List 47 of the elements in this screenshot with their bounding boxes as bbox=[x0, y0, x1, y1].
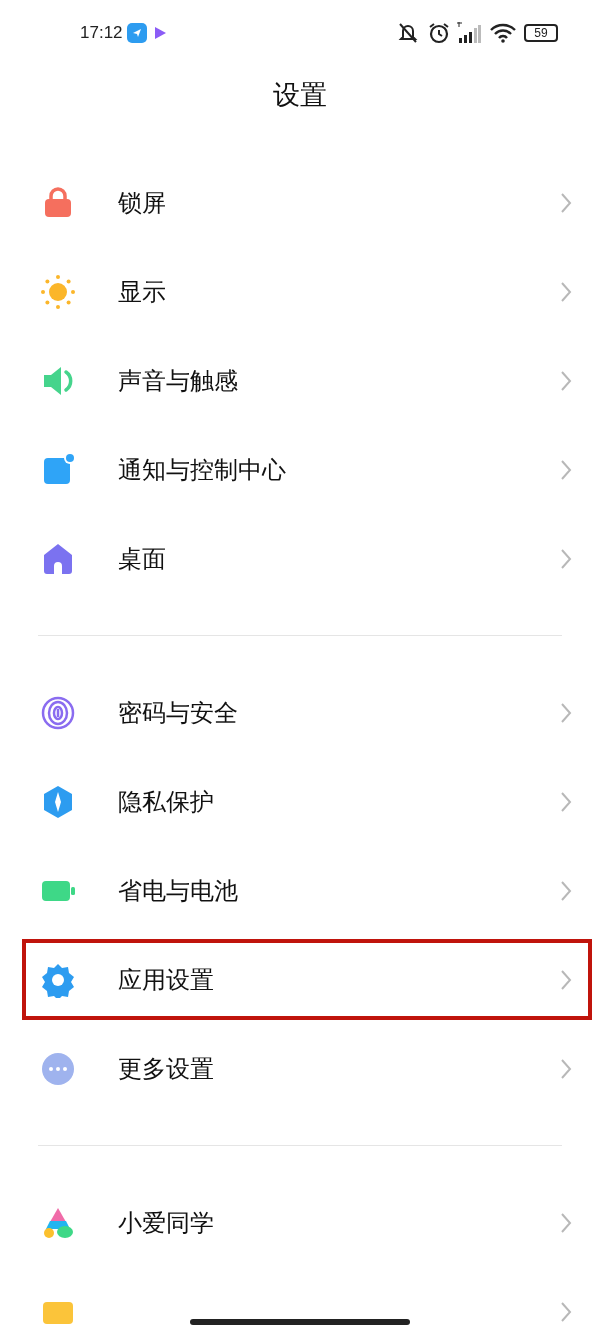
page-title: 设置 bbox=[273, 78, 327, 112]
alarm-icon bbox=[428, 21, 450, 44]
item-label: 密码与安全 bbox=[118, 697, 238, 728]
sun-icon bbox=[40, 273, 76, 310]
chevron-icon bbox=[560, 701, 572, 724]
item-label: 省电与电池 bbox=[118, 875, 238, 906]
status-time: 17:12 bbox=[80, 21, 123, 44]
settings-icon bbox=[40, 961, 76, 998]
item-label: 锁屏 bbox=[118, 187, 166, 218]
item-label: 桌面 bbox=[118, 543, 166, 574]
item-label: 隐私保护 bbox=[118, 786, 214, 817]
settings-item[interactable]: 更多设置 bbox=[0, 1024, 600, 1113]
chevron-icon bbox=[560, 458, 572, 481]
settings-item[interactable]: 省电与电池 bbox=[0, 846, 600, 935]
battery-indicator: 59 bbox=[524, 23, 558, 42]
play-icon bbox=[152, 25, 167, 40]
chevron-icon bbox=[560, 369, 572, 392]
chevron-icon bbox=[560, 1211, 572, 1234]
settings-item[interactable]: 桌面 bbox=[0, 514, 600, 603]
chevron-icon bbox=[560, 790, 572, 813]
signal-icon bbox=[456, 21, 482, 44]
item-label: 应用设置 bbox=[118, 964, 214, 995]
settings-item[interactable]: 应用设置 bbox=[0, 935, 600, 1024]
item-label: 小爱同学 bbox=[118, 1207, 214, 1238]
settings-item[interactable]: 显示 bbox=[0, 247, 600, 336]
chevron-icon bbox=[560, 280, 572, 303]
item-label: 显示 bbox=[118, 276, 166, 307]
settings-item[interactable]: 隐私保护 bbox=[0, 757, 600, 846]
settings-item[interactable]: 锁屏 bbox=[0, 158, 600, 247]
chevron-icon bbox=[560, 547, 572, 570]
settings-item[interactable]: 密码与安全 bbox=[0, 668, 600, 757]
chevron-icon bbox=[560, 879, 572, 902]
chevron-icon bbox=[560, 191, 572, 214]
mute-icon bbox=[396, 21, 420, 44]
item-label: 通知与控制中心 bbox=[118, 454, 286, 485]
chevron-icon bbox=[560, 968, 572, 991]
app-notification-icon bbox=[126, 22, 147, 43]
settings-item[interactable]: 通知与控制中心 bbox=[0, 425, 600, 514]
more-icon bbox=[40, 1050, 76, 1087]
settings-item[interactable]: 声音与触感 bbox=[0, 336, 600, 425]
fingerprint-icon bbox=[40, 694, 76, 731]
chevron-icon bbox=[560, 1057, 572, 1080]
settings-item[interactable]: 小爱同学 bbox=[0, 1178, 600, 1267]
chevron-icon bbox=[560, 1300, 572, 1323]
item-label: 更多设置 bbox=[118, 1053, 214, 1084]
wifi-icon bbox=[490, 22, 516, 43]
item-label: 声音与触感 bbox=[118, 365, 238, 396]
